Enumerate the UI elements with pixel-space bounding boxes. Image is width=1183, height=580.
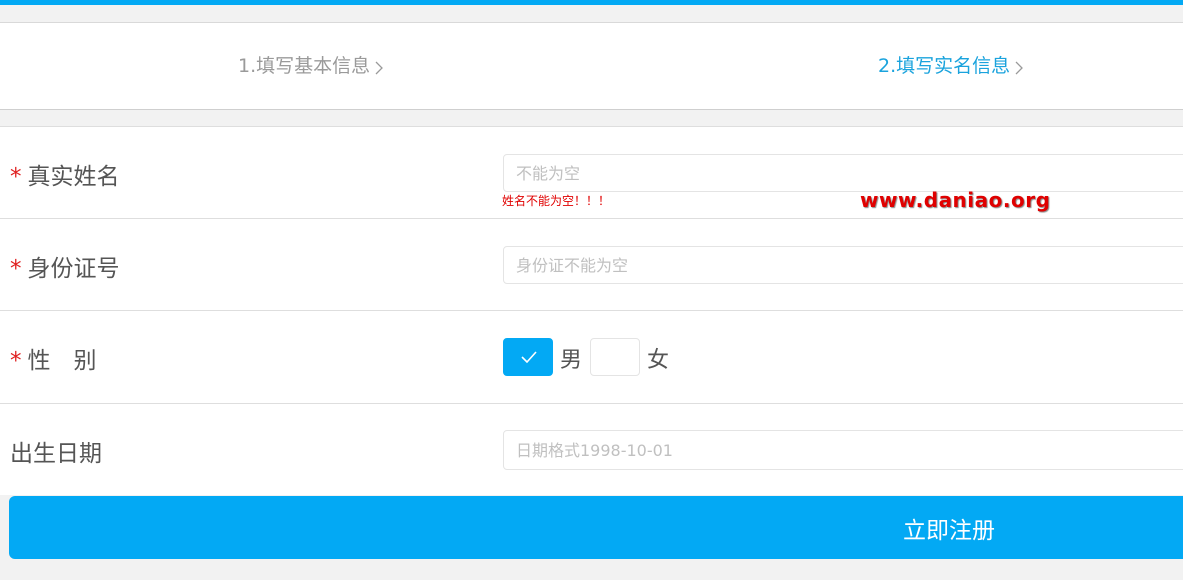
required-mark: * xyxy=(10,348,22,374)
step-indicator: 1.填写基本信息 2.填写实名信息 xyxy=(0,22,1183,110)
id-number-input[interactable] xyxy=(503,246,1183,284)
chevron-right-icon xyxy=(370,23,384,109)
gender-male-label: 男 xyxy=(560,348,583,373)
birth-date-row: 出生日期 xyxy=(0,404,1183,496)
real-name-label-text: 真实姓名 xyxy=(27,164,120,190)
required-mark: * xyxy=(10,164,22,190)
registration-page: 1.填写基本信息 2.填写实名信息 *真实姓名 姓名不能为空！！！ *身份证号 … xyxy=(0,0,1183,580)
step-realname-info-label: 2.填写实名信息 xyxy=(878,55,1011,77)
birth-date-label: 出生日期 xyxy=(10,441,102,467)
birth-date-input[interactable] xyxy=(503,430,1183,470)
step-basic-info-label: 1.填写基本信息 xyxy=(238,55,371,77)
chevron-right-icon xyxy=(1010,23,1024,109)
register-now-button[interactable]: 立即注册 xyxy=(9,496,1183,559)
real-name-label: * 真实姓名 xyxy=(10,157,120,191)
gender-male-checkbox[interactable] xyxy=(503,338,553,376)
id-number-row: * 身份证号 xyxy=(0,219,1183,311)
gender-female-checkbox[interactable] xyxy=(590,338,640,376)
id-number-label: * 身份证号 xyxy=(10,249,120,283)
watermark-text: www.daniao.org xyxy=(860,188,1051,212)
realname-form: *真实姓名 姓名不能为空！！！ *身份证号 *性 别 男 女 出生日期 xyxy=(0,126,1183,495)
gender-label-text: 性 别 xyxy=(27,348,97,374)
gender-row: * 性 别 男 女 xyxy=(0,311,1183,404)
checkmark-icon xyxy=(521,351,537,363)
id-number-label-text: 身份证号 xyxy=(27,256,120,282)
real-name-error: 姓名不能为空！！！ xyxy=(502,194,611,208)
real-name-input[interactable] xyxy=(503,154,1183,192)
gender-label: * 性 别 xyxy=(10,341,97,375)
required-mark: * xyxy=(10,256,22,282)
gender-female-label: 女 xyxy=(647,348,670,373)
top-accent-bar xyxy=(0,0,1183,5)
step-basic-info[interactable]: 1.填写基本信息 xyxy=(238,23,384,109)
step-realname-info[interactable]: 2.填写实名信息 xyxy=(878,23,1024,109)
